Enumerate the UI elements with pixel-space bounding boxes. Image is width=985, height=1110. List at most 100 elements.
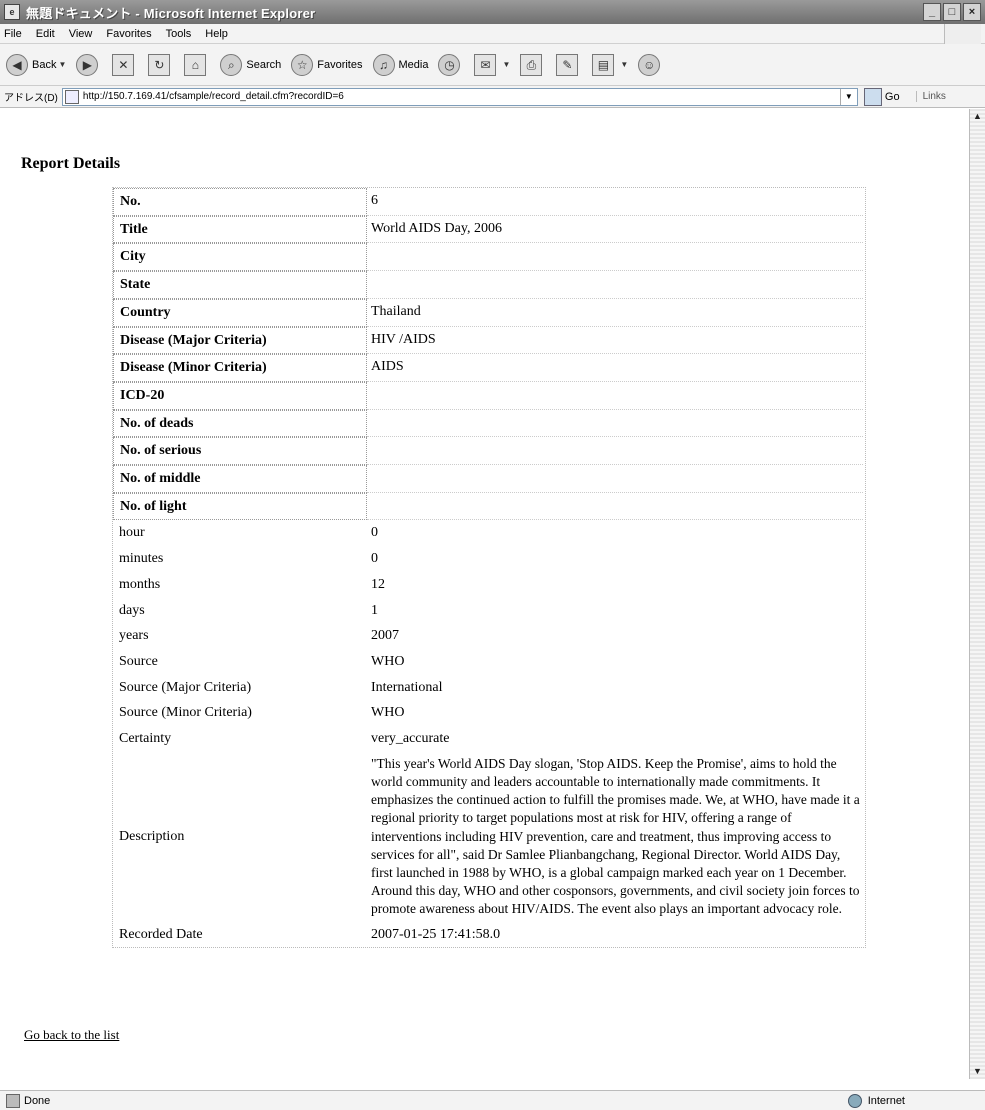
menu-view[interactable]: View bbox=[69, 28, 93, 40]
table-row: Recorded Date 2007-01-25 17:41:58.0 bbox=[113, 922, 865, 948]
window-title: 無題ドキュメント - Microsoft Internet Explorer bbox=[26, 5, 316, 21]
row-label: No. of serious bbox=[113, 437, 367, 466]
stop-button[interactable]: ✕ bbox=[112, 53, 138, 76]
table-row: City bbox=[113, 243, 865, 272]
row-label: Recorded Date bbox=[119, 926, 203, 942]
address-input[interactable]: http://150.7.169.41/cfsample/record_deta… bbox=[61, 87, 858, 106]
chevron-down-icon[interactable]: ▼ bbox=[58, 60, 66, 69]
row-label: Source bbox=[119, 653, 158, 669]
row-label: Certainty bbox=[119, 731, 172, 747]
messenger-icon: ☺ bbox=[638, 53, 661, 76]
row-value: 1 bbox=[371, 602, 378, 618]
history-button[interactable]: ◷ bbox=[438, 53, 464, 76]
scroll-up-icon[interactable]: ▲ bbox=[970, 109, 985, 124]
address-bar: アドレス(D) http://150.7.169.41/cfsample/rec… bbox=[0, 86, 985, 108]
row-label: Disease (Major Criteria) bbox=[113, 326, 367, 355]
forward-arrow-icon: ▶ bbox=[76, 53, 99, 76]
search-button[interactable]: ⌕ Search bbox=[220, 53, 282, 76]
back-to-list-link[interactable]: Go back to the list bbox=[24, 1027, 119, 1043]
menu-bar: File Edit View Favorites Tools Help bbox=[0, 24, 985, 44]
row-label: No. of deads bbox=[113, 409, 367, 438]
row-label: months bbox=[119, 576, 161, 592]
row-value bbox=[367, 382, 863, 410]
back-button[interactable]: ◀ Back ▼ bbox=[6, 53, 66, 76]
security-zone: Internet bbox=[847, 1093, 905, 1108]
refresh-button[interactable]: ↻ bbox=[148, 53, 174, 76]
row-value bbox=[367, 493, 863, 521]
print-icon: ⎙ bbox=[520, 53, 543, 76]
row-label: Source (Minor Criteria) bbox=[119, 705, 252, 721]
menu-file[interactable]: File bbox=[4, 28, 22, 40]
table-row: No. 6 bbox=[113, 188, 865, 216]
favorites-button[interactable]: ☆ Favorites bbox=[291, 53, 363, 76]
edit-button[interactable]: ✎ bbox=[556, 53, 582, 76]
history-icon: ◷ bbox=[438, 53, 461, 76]
chevron-down-icon[interactable]: ▼ bbox=[839, 88, 857, 105]
favorites-label: Favorites bbox=[317, 58, 363, 71]
messenger-button[interactable]: ☺ bbox=[638, 53, 664, 76]
row-value bbox=[367, 437, 863, 466]
vertical-scrollbar[interactable]: ▲ ▼ bbox=[969, 109, 985, 1079]
media-button[interactable]: ♫ Media bbox=[372, 53, 429, 76]
go-arrow-icon bbox=[863, 87, 882, 106]
go-label: Go bbox=[884, 90, 900, 103]
go-button[interactable]: Go bbox=[863, 87, 900, 106]
table-row: Source (Minor Criteria) WHO bbox=[113, 700, 865, 726]
discuss-button[interactable]: ▤ ▼ bbox=[592, 53, 628, 76]
print-button[interactable]: ⎙ bbox=[520, 53, 546, 76]
page-icon bbox=[64, 89, 79, 104]
menu-help[interactable]: Help bbox=[205, 28, 228, 40]
page-title: Report Details bbox=[21, 155, 121, 172]
table-row: Disease (Minor Criteria) AIDS bbox=[113, 354, 865, 382]
mail-button[interactable]: ✉ ▼ bbox=[474, 53, 510, 76]
menu-tools[interactable]: Tools bbox=[166, 28, 192, 40]
window-title-bar: e 無題ドキュメント - Microsoft Internet Explorer… bbox=[0, 0, 985, 24]
row-value: 2007 bbox=[371, 628, 399, 644]
row-label: Source (Major Criteria) bbox=[119, 679, 252, 695]
row-label: No. bbox=[113, 188, 367, 216]
maximize-icon[interactable]: □ bbox=[943, 3, 961, 21]
table-row: minutes 0 bbox=[113, 546, 865, 572]
row-label: years bbox=[119, 628, 149, 644]
search-label: Search bbox=[246, 58, 282, 71]
minimize-icon[interactable]: _ bbox=[923, 3, 941, 21]
search-icon: ⌕ bbox=[220, 53, 243, 76]
home-button[interactable]: ⌂ bbox=[184, 53, 210, 76]
ie-app-icon[interactable]: e bbox=[4, 4, 20, 20]
row-label: Country bbox=[113, 298, 367, 327]
close-icon[interactable]: × bbox=[963, 3, 981, 21]
links-button[interactable]: Links bbox=[915, 91, 946, 102]
discuss-icon: ▤ bbox=[592, 53, 615, 76]
scroll-down-icon[interactable]: ▼ bbox=[970, 1064, 985, 1079]
row-value: AIDS bbox=[367, 354, 863, 382]
chevron-down-icon[interactable]: ▼ bbox=[620, 60, 628, 69]
forward-button[interactable]: ▶ bbox=[76, 53, 102, 76]
menu-edit[interactable]: Edit bbox=[36, 28, 55, 40]
table-row: No. of light bbox=[113, 492, 865, 521]
row-value: very_accurate bbox=[371, 731, 450, 747]
menu-favorites[interactable]: Favorites bbox=[106, 28, 151, 40]
row-label: No. of light bbox=[113, 492, 367, 521]
report-details-table: No. 6 Title World AIDS Day, 2006 City St… bbox=[112, 187, 866, 949]
row-label: hour bbox=[119, 525, 145, 541]
media-label: Media bbox=[398, 58, 429, 71]
row-value: 2007-01-25 17:41:58.0 bbox=[371, 926, 501, 942]
row-value: International bbox=[371, 679, 443, 695]
row-value bbox=[367, 410, 863, 438]
edit-icon: ✎ bbox=[556, 53, 579, 76]
chevron-down-icon[interactable]: ▼ bbox=[502, 60, 510, 69]
back-arrow-icon: ◀ bbox=[6, 53, 28, 76]
page-content: Report Details No. 6 Title World AIDS Da… bbox=[0, 109, 969, 1079]
row-label: City bbox=[113, 243, 367, 272]
media-icon: ♫ bbox=[372, 53, 395, 76]
row-value: HIV /AIDS bbox=[367, 327, 863, 355]
table-row: State bbox=[113, 271, 865, 299]
row-value: WHO bbox=[371, 653, 405, 669]
table-row: Title World AIDS Day, 2006 bbox=[113, 215, 865, 244]
row-value: "This year's World AIDS Day slogan, 'Sto… bbox=[371, 755, 860, 917]
row-value bbox=[367, 243, 863, 272]
star-icon: ☆ bbox=[291, 53, 314, 76]
row-value: WHO bbox=[371, 705, 405, 721]
row-label: Title bbox=[113, 215, 367, 244]
table-row: Certainty very_accurate bbox=[113, 726, 865, 752]
